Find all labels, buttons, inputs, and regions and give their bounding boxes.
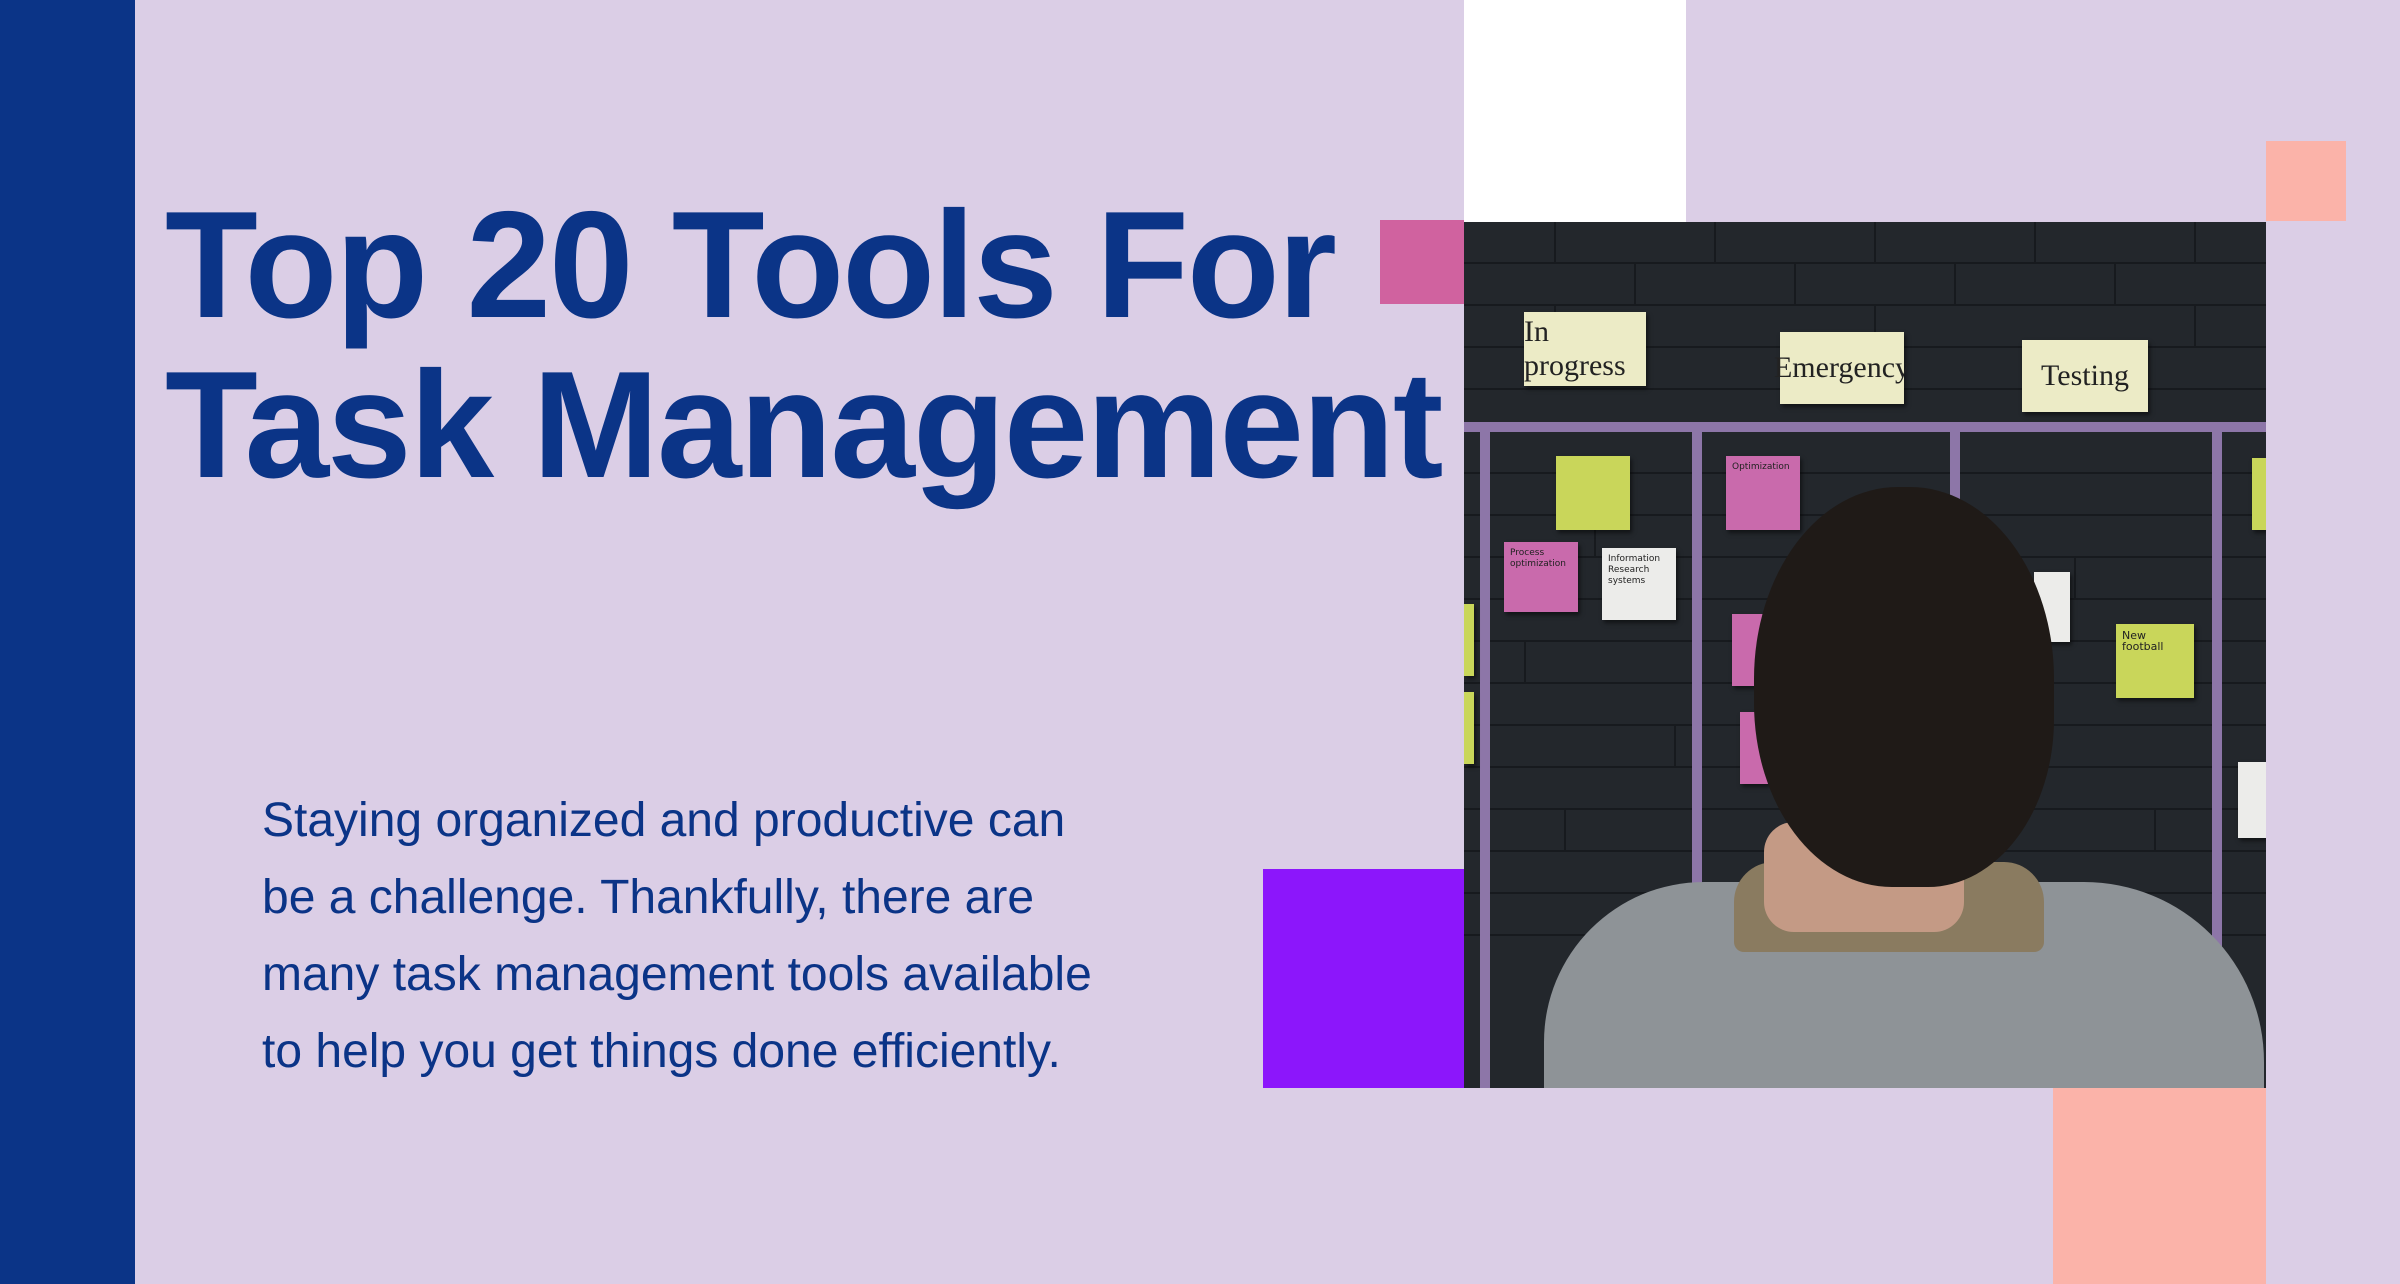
peach-decor-block-bottom [2053, 1088, 2266, 1284]
sticky-note-yellow-left-2 [1464, 692, 1474, 764]
header-note-emergency: Emergency [1774, 332, 1910, 404]
title-line-1: Top 20 Tools For [165, 180, 1337, 350]
intro-line-2: be a challenge. Thankfully, there are [262, 871, 1035, 924]
peach-decor-square-top [2266, 141, 2346, 221]
tape-vertical-1 [1480, 427, 1490, 1088]
sticky-note-football: New football [2116, 624, 2194, 698]
intro-line-3: many task management tools available [262, 948, 1092, 1001]
intro-paragraph: Staying organized and productive can be … [262, 782, 1262, 1090]
white-decor-block [1464, 0, 1686, 222]
sticky-note-information: Information Research systems [1602, 548, 1676, 620]
purple-decor-block [1263, 869, 1465, 1088]
tape-horizontal [1464, 422, 2266, 432]
header-note-in-progress: In progress [1524, 312, 1646, 386]
left-accent-bar [0, 0, 135, 1284]
intro-line-1: Staying organized and productive can [262, 794, 1066, 847]
kanban-board-photo: In progress Emergency Testing Process op… [1464, 222, 2266, 1088]
person-head [1754, 487, 2054, 887]
sticky-note-yellow [1556, 456, 1630, 530]
sticky-note-optimization: Optimization [1726, 456, 1800, 530]
sticky-note-yellow-left-1 [1464, 604, 1474, 676]
title-line-2: Task Management [165, 340, 1443, 510]
sticky-note-yellow-edge [2252, 458, 2266, 530]
page-title: Top 20 Tools For Task Management [165, 180, 1443, 510]
header-note-testing: Testing [2022, 340, 2148, 412]
intro-line-4: to help you get things done efficiently. [262, 1025, 1061, 1078]
sticky-note-process: Process optimization [1504, 542, 1578, 612]
sticky-note-white-edge [2238, 762, 2266, 838]
